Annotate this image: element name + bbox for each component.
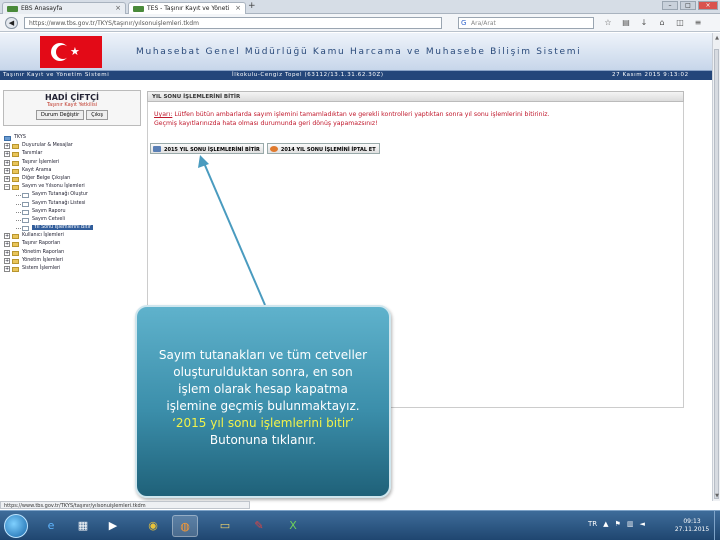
callout-highlight: ‘2015 yıl sonu işlemlerini bitir’: [172, 416, 354, 430]
clock[interactable]: 09:13 27.11.2015: [672, 518, 712, 534]
screen: EBS Anasayfa × TES - Taşınır Kayıt ve Yö…: [0, 0, 720, 540]
callout-line: işlem olarak hesap kapatma: [178, 382, 348, 396]
instruction-callout: Sayım tutanakları ve tüm cetveller oluşt…: [135, 305, 391, 498]
callout-line: işlemine geçmiş bulunmaktayız.: [166, 399, 360, 413]
volume-icon[interactable]: ◄: [639, 520, 644, 528]
windows-taskbar: e ▦ ▶ ◉ ◍ ▭ ✎ X TR ▲ ⚑ ▥ ◄ 09:13 27.11.2…: [0, 510, 720, 540]
callout-line: Sayım tutanakları ve tüm cetveller: [158, 348, 368, 362]
file-explorer-icon[interactable]: ▦: [70, 515, 96, 537]
chrome-icon[interactable]: ◉: [140, 515, 166, 537]
callout-line: oluşturulduktan sonra, en son: [173, 365, 353, 379]
start-button[interactable]: [4, 514, 28, 538]
callout-line: Butonuna tıklanır.: [209, 433, 317, 447]
show-desktop-button[interactable]: [714, 511, 720, 540]
flag-icon[interactable]: ⚑: [615, 520, 621, 528]
media-player-icon[interactable]: ▶: [100, 515, 126, 537]
clock-date: 27.11.2015: [674, 526, 710, 533]
network-icon[interactable]: ▥: [627, 520, 634, 528]
link-status-bar: https://www.tbs.gov.tr/TKYS/taşınır/yıls…: [0, 501, 250, 509]
firefox-icon[interactable]: ◍: [172, 515, 198, 537]
internet-explorer-icon[interactable]: e: [38, 515, 64, 537]
tray-arrow-icon[interactable]: ▲: [603, 520, 608, 528]
language-indicator[interactable]: TR: [588, 520, 597, 528]
excel-icon[interactable]: X: [280, 515, 306, 537]
folder-icon[interactable]: ▭: [212, 515, 238, 537]
system-tray: TR ▲ ⚑ ▥ ◄: [588, 520, 645, 528]
pdf-icon[interactable]: ✎: [246, 515, 272, 537]
clock-time: 09:13: [683, 518, 701, 525]
